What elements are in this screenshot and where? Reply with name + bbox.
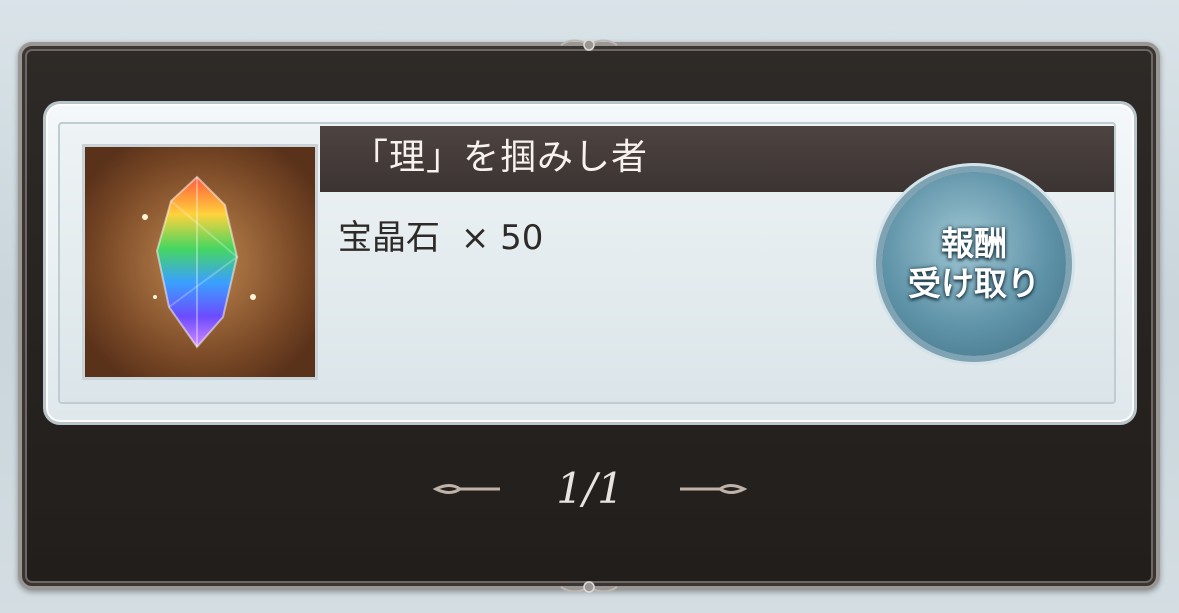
reward-text: 宝晶石 × 50 [338,216,543,260]
page-next-arrow-icon[interactable] [678,480,750,498]
ornament-bottom [560,581,618,593]
pagination: 1/1 [430,460,750,520]
mission-title: 「理」を掴みし者 [352,137,649,178]
reward-item-name: 宝晶石 [338,218,440,258]
claim-reward-button[interactable]: 報酬 受け取り [882,172,1066,356]
claim-button-label-line1: 報酬 [941,224,1007,263]
crystal-icon [85,147,315,377]
ornament-top [560,39,618,51]
claim-button-label-line2: 受け取り [908,264,1040,303]
reward-quantity: × 50 [460,218,544,258]
reward-item-icon-box [82,144,318,380]
